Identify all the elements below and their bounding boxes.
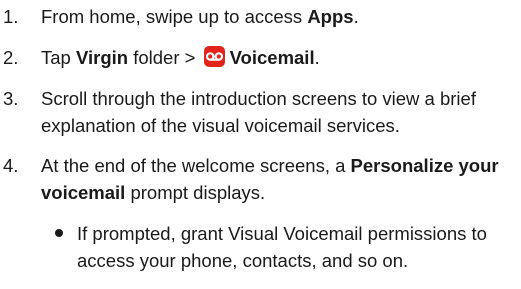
step-text: From home, swipe up to access Apps. xyxy=(41,6,359,27)
step-number: 2. xyxy=(3,47,19,68)
step-number: 3. xyxy=(3,88,19,109)
virgin-folder-label: Virgin xyxy=(75,47,129,68)
voicemail-icon xyxy=(203,46,225,67)
bullet-text: If prompted, grant Visual Voicemail perm… xyxy=(77,223,487,271)
step-number: 1. xyxy=(3,6,19,27)
step-number: 4. xyxy=(3,155,19,176)
voicemail-label: Voicemail xyxy=(229,47,315,68)
step-text: Scroll through the introduction screens … xyxy=(41,88,476,136)
bullet-dot-icon xyxy=(55,229,63,237)
instructions-document: 1. From home, swipe up to access Apps. 2… xyxy=(0,0,521,289)
step-text: At the end of the welcome screens, a Per… xyxy=(41,155,499,203)
apps-label: Apps xyxy=(307,6,354,27)
step-text: Tap Virgin folder > Voicemail. xyxy=(41,46,320,68)
